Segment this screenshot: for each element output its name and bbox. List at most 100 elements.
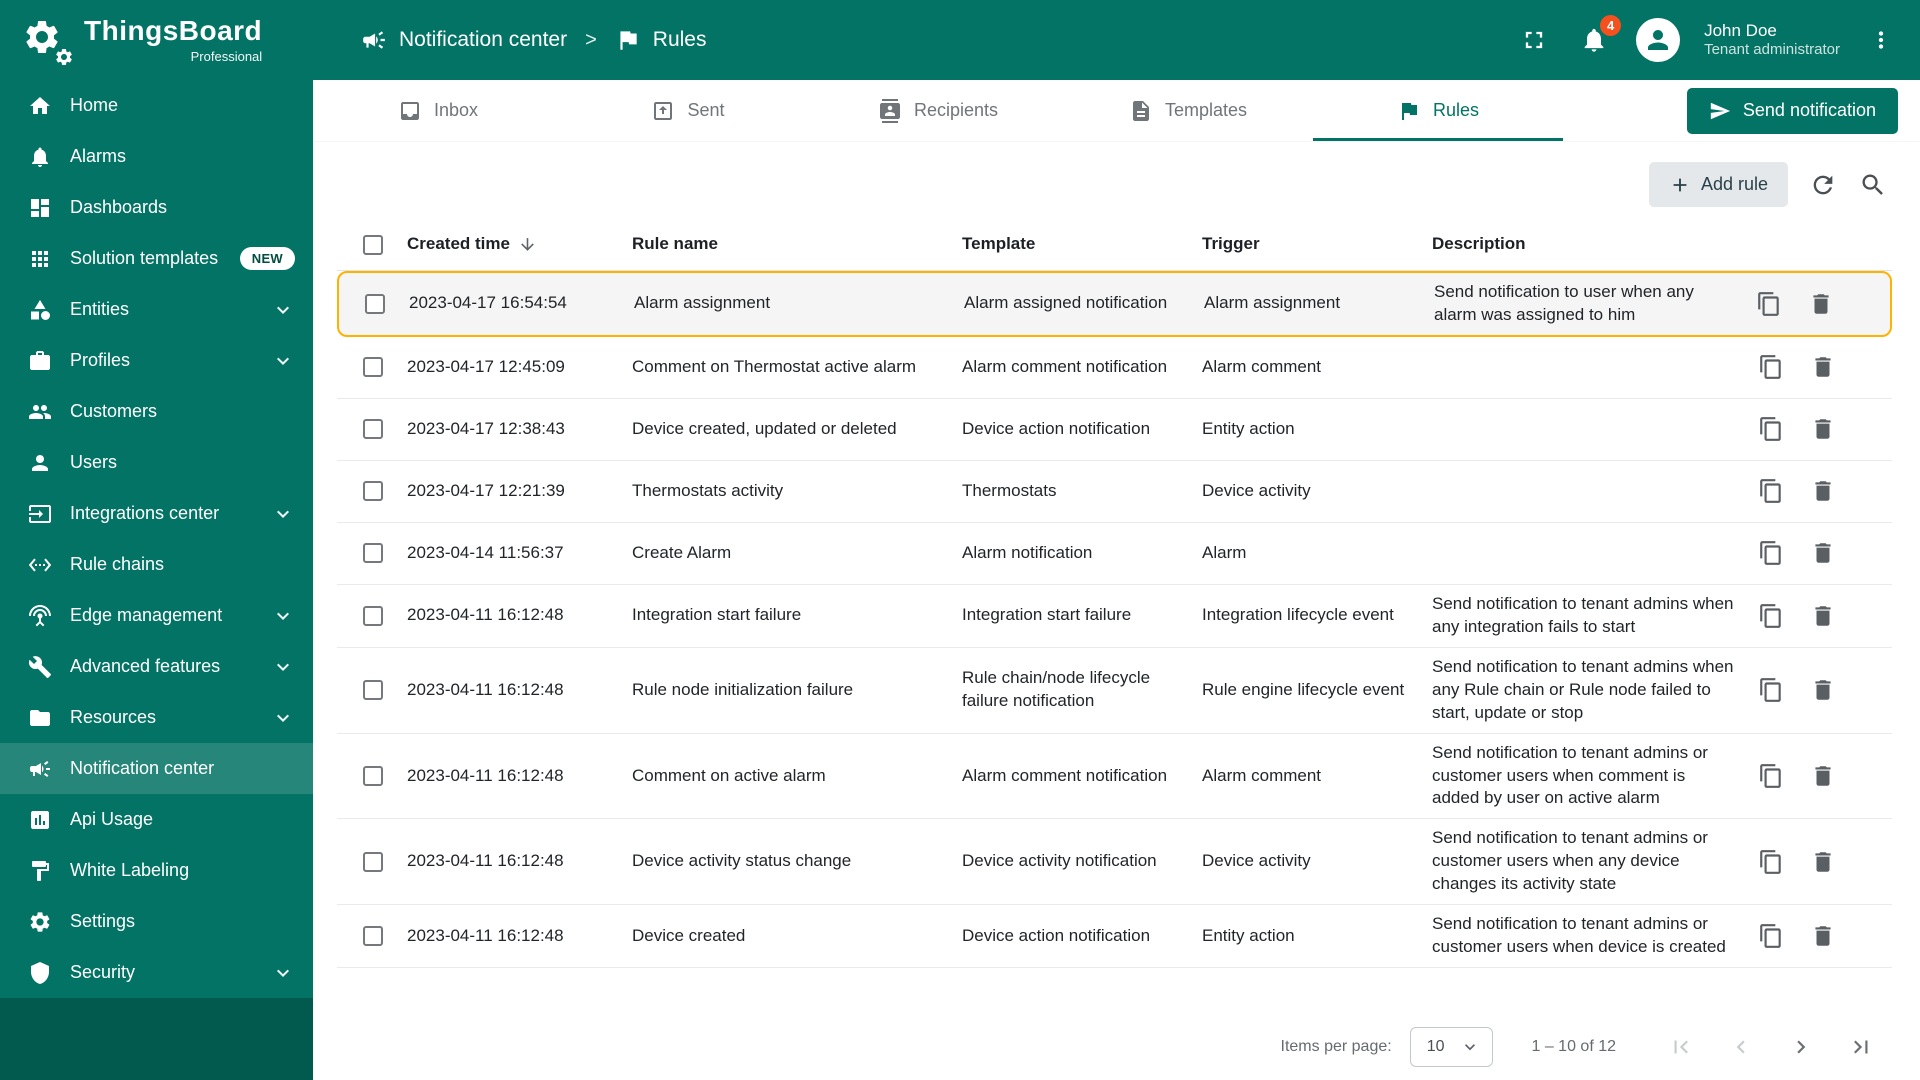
next-page-button[interactable] [1788,1034,1814,1060]
row-checkbox[interactable] [363,605,383,626]
table-row-device-activity-status-change[interactable]: 2023-04-11 16:12:48 Device activity statu… [337,819,1892,906]
search-button[interactable] [1858,170,1888,200]
flag-icon [1401,102,1417,120]
row-checkbox[interactable] [363,419,383,440]
send-notification-button[interactable]: Send notification [1686,87,1898,134]
delete-rule-button[interactable] [1810,540,1836,566]
tab-bar: Inbox Sent Recipients Templates Rules Send n… [313,80,1920,142]
sidebar-item-dashboards[interactable]: Dashboards [0,182,313,233]
copy-rule-button[interactable] [1758,354,1784,380]
sidebar-item-rule-chains[interactable]: Rule chains [0,539,313,590]
delete-rule-button[interactable] [1810,354,1836,380]
chevron-down-icon [271,604,295,628]
customers-menu-icon [28,400,52,424]
sidebar-item-resources[interactable]: Resources [0,692,313,743]
tab-templates[interactable]: Templates [1063,80,1313,141]
copy-rule-button[interactable] [1758,603,1784,629]
row-checkbox[interactable] [363,543,383,564]
ethernet-icon [28,557,52,572]
sidebar-item-settings[interactable]: Settings [0,896,313,947]
table-row-comment-on-thermostat-active-alarm[interactable]: 2023-04-17 12:45:09 Comment on Thermostat… [337,337,1892,399]
previous-page-button[interactable] [1728,1034,1754,1060]
cell-created-time: 2023-04-17 16:54:54 [409,293,567,313]
table-row-create-alarm[interactable]: 2023-04-14 11:56:37 Create Alarm Alarm not… [337,523,1892,585]
copy-rule-button[interactable] [1758,478,1784,504]
row-checkbox[interactable] [363,680,383,701]
cell-template: Device activity notification [962,851,1157,871]
sidebar-item-alarms[interactable]: Alarms [0,131,313,182]
delete-rule-button[interactable] [1810,478,1836,504]
column-header-template[interactable]: Template [962,233,1202,256]
copy-rule-button[interactable] [1758,923,1784,949]
copy-rule-button[interactable] [1758,540,1784,566]
delete-rule-button[interactable] [1810,849,1836,875]
brand-edition: Professional [190,48,263,64]
delete-rule-button[interactable] [1810,677,1836,703]
sidebar-item-customers[interactable]: Customers [0,386,313,437]
table-row-alarm-assignment[interactable]: 2023-04-17 16:54:54 Alarm assignment Alarm… [337,271,1892,337]
column-header-rule-name[interactable]: Rule name [632,233,962,256]
sidebar-item-users[interactable]: Users [0,437,313,488]
notifications-bell-button[interactable]: 4 [1576,15,1622,58]
sidebar-item-profiles[interactable]: Profiles [0,335,313,386]
copy-rule-button[interactable] [1758,416,1784,442]
brand-logo[interactable]: ThingsBoard Professional [0,0,313,80]
sidebar-item-white-labeling[interactable]: White Labeling [0,845,313,896]
copy-rule-button[interactable] [1758,763,1784,789]
sidebar-item-entities[interactable]: Entities [0,284,313,335]
column-header-description[interactable]: Description [1432,233,1752,256]
cell-description: Send notification to tenant admins when … [1432,593,1734,636]
tab-sent[interactable]: Sent [563,80,813,141]
tab-rules[interactable]: Rules [1313,80,1563,141]
copy-rule-button[interactable] [1756,291,1782,317]
table-row-comment-on-active-alarm[interactable]: 2023-04-11 16:12:48 Comment on active ala… [337,734,1892,820]
row-checkbox[interactable] [365,293,385,314]
items-per-page-select[interactable]: 10 [1409,1027,1494,1067]
sidebar-item-integrations-center[interactable]: Integrations center [0,488,313,539]
sidebar-item-solution-templates[interactable]: Solution templates NEW [0,233,313,284]
sidebar-item-security[interactable]: Security [0,947,313,998]
table-row-integration-start-failure[interactable]: 2023-04-11 16:12:48 Integration start fai… [337,585,1892,648]
delete-rule-button[interactable] [1808,291,1834,317]
trash-icon [1813,294,1829,314]
cell-template: Device action notification [962,925,1151,945]
sidebar-item-label: Solution templates [70,248,219,268]
column-header-trigger[interactable]: Trigger [1202,233,1432,256]
select-all-checkbox[interactable] [363,234,383,255]
row-checkbox[interactable] [363,357,383,378]
first-page-button[interactable] [1668,1034,1694,1060]
user-avatar[interactable] [1636,18,1681,62]
refresh-button[interactable] [1808,170,1838,200]
row-checkbox[interactable] [363,481,383,502]
sidebar-item-notification-center[interactable]: Notification center [0,743,313,794]
delete-rule-button[interactable] [1810,923,1836,949]
sidebar-item-advanced-features[interactable]: Advanced features [0,641,313,692]
tab-label: Recipients [913,100,999,120]
copy-rule-button[interactable] [1758,677,1784,703]
sidebar-item-edge-management[interactable]: Edge management [0,590,313,641]
fullscreen-button[interactable] [1516,22,1552,58]
chevron-down-icon [1460,1037,1480,1057]
sidebar-item-home[interactable]: Home [0,80,313,131]
cell-template: Device action notification [962,418,1151,438]
delete-rule-button[interactable] [1810,416,1836,442]
tab-inbox[interactable]: Inbox [313,80,563,141]
row-checkbox[interactable] [363,926,383,947]
kebab-menu-button[interactable] [1864,23,1898,57]
tab-recipients[interactable]: Recipients [813,80,1063,141]
row-checkbox[interactable] [363,851,383,872]
last-page-button[interactable] [1848,1034,1874,1060]
table-row-rule-node-initialization-failure[interactable]: 2023-04-11 16:12:48 Rule node initializat… [337,648,1892,734]
table-row-thermostats-activity[interactable]: 2023-04-17 12:21:39 Thermostats activity T… [337,461,1892,523]
sort-desc-icon[interactable] [518,235,537,254]
sidebar-item-api-usage[interactable]: Api Usage [0,794,313,845]
copy-rule-button[interactable] [1758,849,1784,875]
column-header-created-time[interactable]: Created time [407,233,632,256]
table-row-device-created[interactable]: 2023-04-11 16:12:48 Device created Device … [337,905,1892,969]
delete-rule-button[interactable] [1810,603,1836,629]
breadcrumb-item-notification-center[interactable]: Notification center [399,28,567,52]
row-checkbox[interactable] [363,765,383,786]
add-rule-button[interactable]: Add rule [1648,162,1788,207]
delete-rule-button[interactable] [1810,763,1836,789]
table-row-device-created-updated-or-deleted[interactable]: 2023-04-17 12:38:43 Device created, updat… [337,399,1892,461]
